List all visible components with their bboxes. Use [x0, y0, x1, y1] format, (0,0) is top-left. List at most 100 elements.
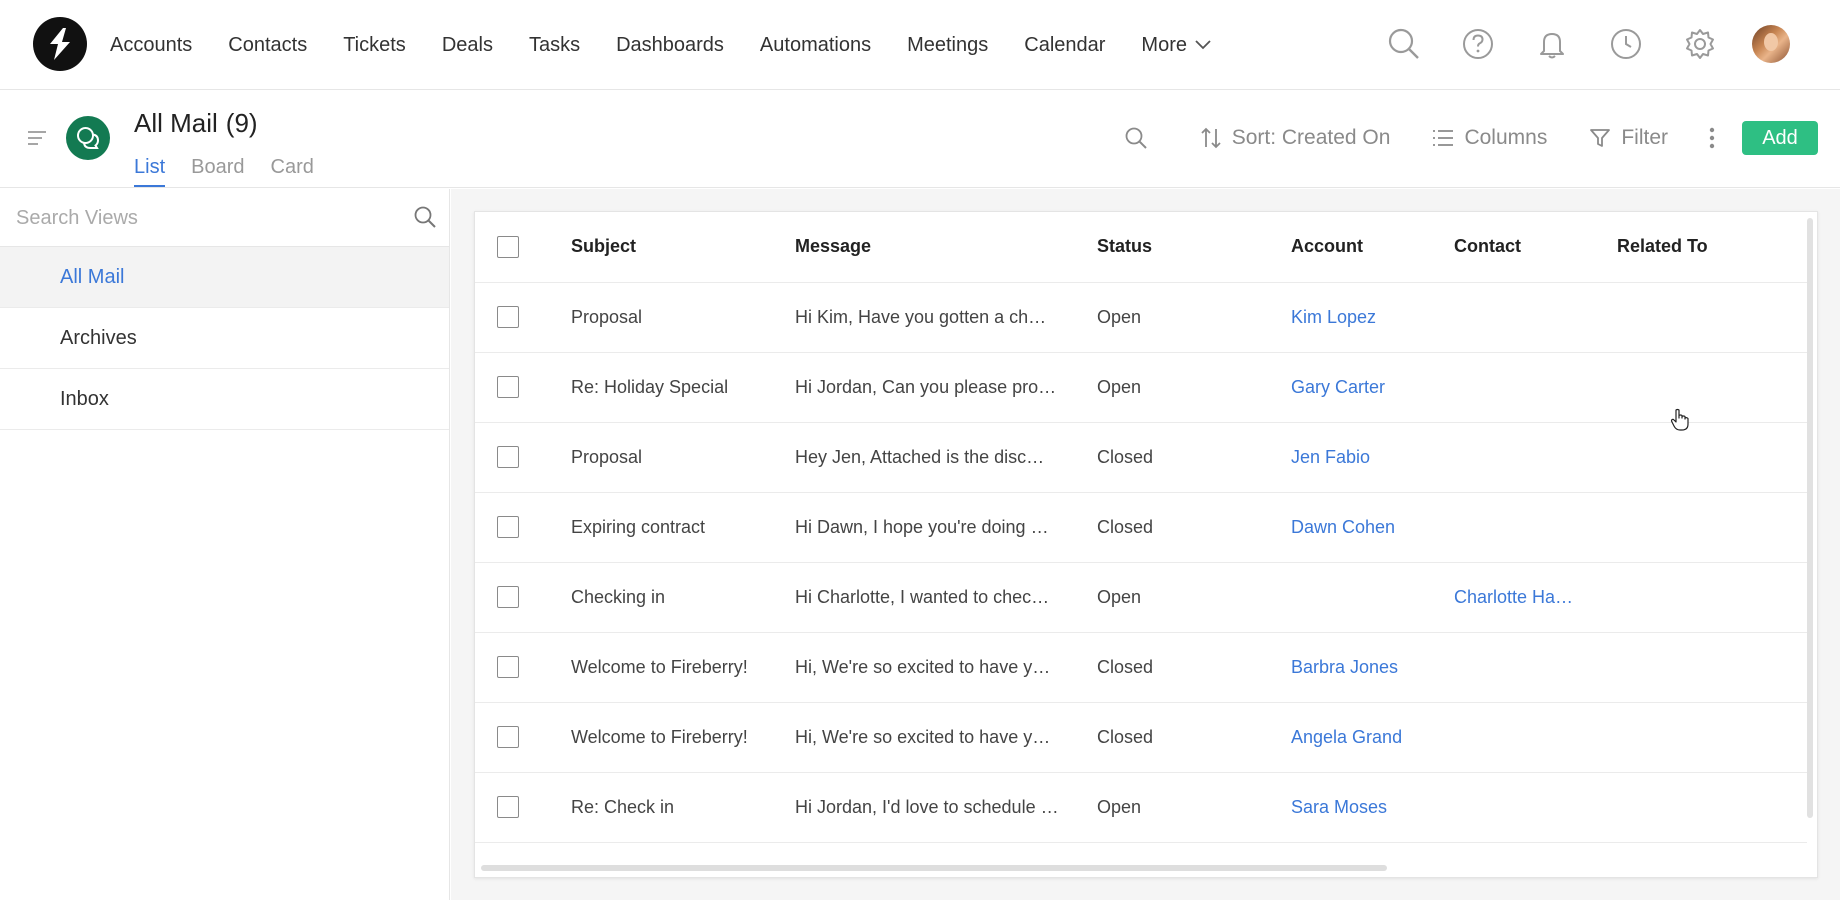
cell-account-link[interactable]: Gary Carter	[1291, 352, 1454, 423]
cell-message[interactable]: Hey Jen, Attached is the disc…	[795, 422, 1097, 493]
cell-subject[interactable]: Proposal	[571, 422, 795, 493]
cell-contact-link[interactable]	[1454, 772, 1617, 843]
cell-message[interactable]: Hi, We're so excited to have y…	[795, 632, 1097, 703]
cell-subject[interactable]: Checking in	[571, 562, 795, 633]
row-checkbox[interactable]	[497, 376, 519, 399]
cell-subject[interactable]: Proposal	[571, 282, 795, 353]
select-all-checkbox[interactable]	[497, 235, 519, 258]
cell-contact-link[interactable]	[1454, 702, 1617, 773]
table-row[interactable]: Welcome to Fireberry! Hi, We're so excit…	[475, 632, 1807, 703]
table-row[interactable]: Proposal Hi Kim, Have you gotten a ch… O…	[475, 282, 1807, 353]
filter-button[interactable]: Filter	[1589, 126, 1668, 150]
cell-contact-link[interactable]	[1454, 352, 1617, 423]
column-header-related-to[interactable]: Related To	[1617, 212, 1807, 283]
nav-accounts[interactable]: Accounts	[110, 34, 192, 57]
table-row[interactable]: Checking in Hi Charlotte, I wanted to ch…	[475, 562, 1807, 633]
table-row[interactable]: Proposal Hey Jen, Attached is the disc… …	[475, 422, 1807, 493]
clock-icon[interactable]	[1604, 22, 1648, 66]
cell-message[interactable]: Hi Jordan, I'd love to schedule …	[795, 772, 1097, 843]
column-header-subject[interactable]: Subject	[571, 212, 795, 283]
mail-module-icon	[66, 116, 110, 160]
cell-account-link[interactable]: Kim Lopez	[1291, 282, 1454, 353]
cell-message[interactable]: Hi Charlotte, I wanted to chec…	[795, 562, 1097, 633]
nav-tickets[interactable]: Tickets	[343, 34, 406, 57]
cell-subject[interactable]: Welcome to Fireberry!	[571, 702, 795, 773]
help-icon[interactable]	[1456, 22, 1500, 66]
app-logo[interactable]	[33, 17, 87, 71]
cell-message[interactable]: Hi, We're so excited to have y…	[795, 702, 1097, 773]
cell-subject[interactable]: Welcome to Fireberry!	[571, 632, 795, 703]
row-checkbox[interactable]	[497, 516, 519, 539]
table-row[interactable]: Re: Holiday Special Hi Jordan, Can you p…	[475, 352, 1807, 423]
sort-label: Sort: Created On	[1231, 126, 1391, 149]
search-views-input[interactable]	[16, 203, 396, 233]
tab-card[interactable]: Card	[271, 156, 314, 187]
cell-account-link[interactable]: Jen Fabio	[1291, 422, 1454, 493]
cell-account-link[interactable]: Sara Moses	[1291, 772, 1454, 843]
row-select-cell	[475, 702, 571, 773]
cell-subject[interactable]: Re: Holiday Special	[571, 352, 795, 423]
cell-subject[interactable]: Re: Check in	[571, 772, 795, 843]
vertical-scrollbar[interactable]	[1807, 218, 1813, 818]
cell-message[interactable]: Hi Kim, Have you gotten a ch…	[795, 282, 1097, 353]
row-checkbox[interactable]	[497, 586, 519, 609]
nav-dashboards[interactable]: Dashboards	[616, 34, 724, 57]
cell-contact-link[interactable]	[1454, 422, 1617, 493]
gear-icon[interactable]	[1678, 22, 1722, 66]
sidebar-item-all-mail[interactable]: All Mail	[0, 247, 449, 308]
view-mode-tabs: List Board Card	[134, 156, 340, 187]
user-avatar[interactable]	[1752, 25, 1790, 63]
column-header-message[interactable]: Message	[795, 212, 1097, 283]
table-row[interactable]: Welcome to Fireberry! Hi, We're so excit…	[475, 702, 1807, 773]
cell-contact-link[interactable]	[1454, 632, 1617, 703]
cell-contact-link[interactable]	[1454, 282, 1617, 353]
nav-calendar[interactable]: Calendar	[1024, 34, 1105, 57]
cell-message[interactable]: Hi Jordan, Can you please pro…	[795, 352, 1097, 423]
cell-related-to	[1617, 772, 1807, 843]
nav-contacts[interactable]: Contacts	[228, 34, 307, 57]
sidebar-item-inbox[interactable]: Inbox	[0, 369, 449, 430]
tab-board[interactable]: Board	[191, 156, 244, 187]
table-row[interactable]: Expiring contract Hi Dawn, I hope you're…	[475, 492, 1807, 563]
list-search-button[interactable]	[1124, 126, 1158, 150]
tab-list[interactable]: List	[134, 156, 166, 187]
cell-contact-link[interactable]	[1454, 492, 1617, 563]
column-header-contact[interactable]: Contact	[1454, 212, 1617, 283]
row-checkbox[interactable]	[497, 446, 519, 469]
cell-related-to	[1617, 422, 1807, 493]
add-button[interactable]: Add	[1742, 121, 1818, 155]
nav-deals[interactable]: Deals	[442, 34, 493, 57]
row-select-cell	[475, 352, 571, 423]
sort-button[interactable]: Sort: Created On	[1200, 126, 1391, 150]
bell-icon[interactable]	[1530, 22, 1574, 66]
row-checkbox[interactable]	[497, 656, 519, 679]
cell-account-link[interactable]: Dawn Cohen	[1291, 492, 1454, 563]
cell-account-link[interactable]: Angela Grand	[1291, 702, 1454, 773]
row-checkbox[interactable]	[497, 726, 519, 749]
columns-button[interactable]: Columns	[1432, 126, 1547, 150]
nav-meetings[interactable]: Meetings	[907, 34, 988, 57]
horizontal-scrollbar[interactable]	[481, 865, 1387, 871]
nav-automations[interactable]: Automations	[760, 34, 871, 57]
cell-related-to	[1617, 282, 1807, 353]
sidebar-toggle-icon[interactable]	[27, 130, 47, 151]
cell-status: Open	[1097, 772, 1291, 843]
search-icon[interactable]	[1382, 22, 1426, 66]
cell-account-link[interactable]: Barbra Jones	[1291, 632, 1454, 703]
search-icon[interactable]	[413, 205, 437, 234]
cell-subject[interactable]: Expiring contract	[571, 492, 795, 563]
more-options-icon[interactable]	[1708, 126, 1716, 150]
row-checkbox[interactable]	[497, 306, 519, 329]
sidebar-item-archives[interactable]: Archives	[0, 308, 449, 369]
cell-account-link[interactable]	[1291, 562, 1454, 633]
row-checkbox[interactable]	[497, 796, 519, 819]
cell-message[interactable]: Hi Dawn, I hope you're doing …	[795, 492, 1097, 563]
cell-related-to	[1617, 632, 1807, 703]
nav-tasks[interactable]: Tasks	[529, 34, 580, 57]
row-select-cell	[475, 282, 571, 353]
nav-more-menu[interactable]: More	[1141, 34, 1211, 57]
column-header-account[interactable]: Account	[1291, 212, 1454, 283]
cell-contact-link[interactable]: Charlotte Ha…	[1454, 562, 1617, 633]
column-header-status[interactable]: Status	[1097, 212, 1291, 283]
table-row[interactable]: Re: Check in Hi Jordan, I'd love to sche…	[475, 772, 1807, 843]
